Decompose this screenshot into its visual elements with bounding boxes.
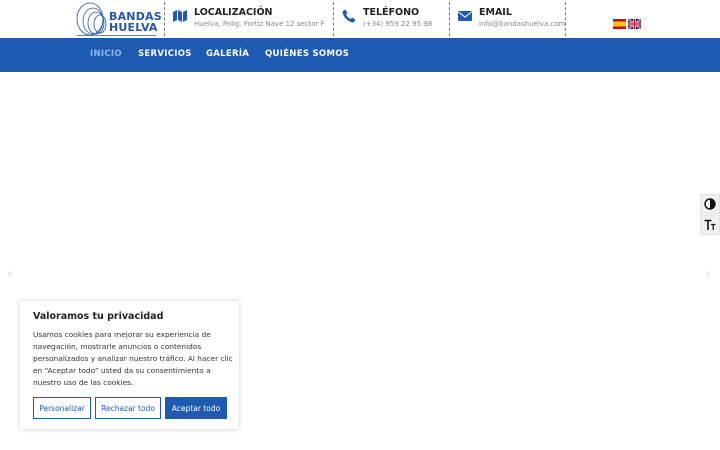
nav-item-quienes-somos[interactable]: QUIÉNES SOMOS bbox=[265, 49, 349, 59]
phone-icon bbox=[342, 9, 356, 23]
slider-next-button[interactable]: › bbox=[705, 266, 711, 282]
cookie-consent-banner: Valoramos tu privacidad Usamos cookies p… bbox=[20, 301, 239, 429]
phone-title: TELÉFONO bbox=[363, 7, 420, 18]
nav-item-servicios[interactable]: SERVICIOS bbox=[138, 49, 192, 59]
logo-text-line2: HUELVA bbox=[109, 21, 158, 34]
email-title: EMAIL bbox=[479, 7, 512, 18]
reject-all-button[interactable]: Rechazar todo bbox=[95, 397, 161, 419]
accept-all-button[interactable]: Aceptar todo bbox=[165, 397, 227, 419]
nav-item-galeria[interactable]: GALERÍA bbox=[206, 49, 249, 59]
envelope-icon bbox=[458, 11, 472, 21]
chevron-right-icon: › bbox=[705, 266, 711, 282]
top-bar: BANDAS HUELVA LOCALIZACIÓN Huelva, Polig… bbox=[0, 0, 720, 38]
text-size-icon bbox=[704, 219, 716, 230]
location-value: Huelva, Polig. Fortiz Nave 12 sector F bbox=[194, 20, 325, 28]
flag-es-icon[interactable] bbox=[613, 19, 626, 29]
logo[interactable]: BANDAS HUELVA bbox=[74, 2, 162, 36]
divider bbox=[449, 2, 450, 36]
chevron-left-icon: ‹ bbox=[7, 266, 13, 282]
logo-text: BANDAS HUELVA bbox=[109, 11, 162, 33]
main-navigation: INICIO SERVICIOS GALERÍA QUIÉNES SOMOS bbox=[0, 38, 720, 72]
flag-en-icon[interactable] bbox=[627, 18, 642, 30]
divider bbox=[164, 2, 165, 36]
contrast-icon bbox=[704, 198, 716, 210]
language-switcher bbox=[613, 14, 642, 30]
cookie-banner-title: Valoramos tu privacidad bbox=[33, 311, 164, 322]
language-flags bbox=[613, 18, 642, 30]
customize-cookies-button[interactable]: Personalizar bbox=[33, 397, 91, 419]
location-title: LOCALIZACIÓN bbox=[194, 7, 273, 18]
email-value[interactable]: info@bandashuelva.com bbox=[479, 20, 565, 28]
divider bbox=[333, 2, 334, 36]
divider bbox=[565, 2, 566, 36]
slider-prev-button[interactable]: ‹ bbox=[7, 266, 13, 282]
nav-item-inicio[interactable]: INICIO bbox=[90, 49, 122, 59]
font-size-button[interactable] bbox=[700, 215, 720, 235]
high-contrast-button[interactable] bbox=[700, 194, 720, 214]
phone-value[interactable]: (+34) 959 22 95 98 bbox=[363, 20, 432, 28]
cookie-banner-text: Usamos cookies para mejorar su experienc… bbox=[33, 330, 233, 387]
map-icon bbox=[173, 10, 187, 22]
